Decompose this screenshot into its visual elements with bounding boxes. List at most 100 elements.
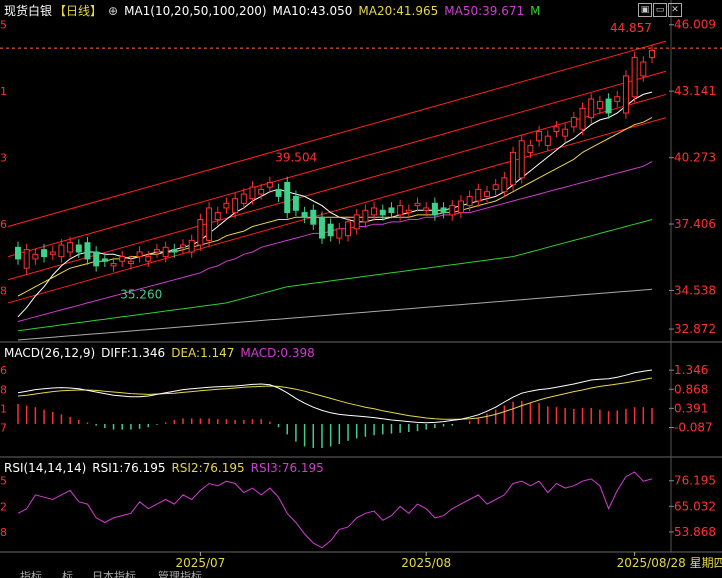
rsi-name: RSI(14,14,14) bbox=[4, 461, 87, 475]
ma-indicator-name: MA1(10,20,50,100,200) bbox=[124, 4, 267, 18]
ma10-value: MA10:43.050 bbox=[272, 4, 353, 18]
candle-body bbox=[371, 207, 378, 216]
candle-body bbox=[553, 126, 560, 133]
candle-body bbox=[622, 75, 629, 114]
candle-body bbox=[188, 239, 195, 253]
rsi-left-tick: 2 bbox=[0, 500, 7, 513]
rsi-y-tick: 76.195 bbox=[674, 474, 716, 488]
candle-body bbox=[423, 207, 430, 211]
macd-diff: DIFF:1.346 bbox=[101, 346, 166, 360]
ma-line-ma200 bbox=[17, 288, 653, 341]
candle-body bbox=[292, 195, 299, 211]
candle-body bbox=[518, 140, 525, 179]
candle-body bbox=[379, 209, 386, 216]
candle-body bbox=[214, 212, 221, 221]
rsi-y-tick: 65.032 bbox=[674, 499, 716, 513]
macd-left-tick: 1 bbox=[0, 402, 7, 415]
settings-icon[interactable]: ⊕ bbox=[108, 4, 118, 18]
candle-body bbox=[562, 128, 569, 137]
candle-body bbox=[492, 184, 499, 190]
macd-dea: DEA:1.147 bbox=[171, 346, 235, 360]
bottom-tab[interactable]: 日本指标 bbox=[92, 569, 136, 578]
candle-body bbox=[75, 244, 82, 253]
y-tick-label: 46.009 bbox=[674, 18, 716, 32]
candle-body bbox=[631, 56, 638, 98]
macd-left-tick: 8 bbox=[0, 383, 7, 396]
chart-canvas[interactable]: 46.009 43.141 40.273 37.406 34.538 32.872 5 1 3 6… bbox=[0, 0, 722, 578]
expand-icon[interactable]: ▣ bbox=[638, 3, 652, 17]
candle-body bbox=[457, 200, 464, 214]
bottom-tab[interactable]: 管理指标 bbox=[158, 569, 202, 578]
macd-left-tick: 6 bbox=[0, 364, 7, 377]
left-tick-label: 3 bbox=[0, 152, 7, 165]
candle-body bbox=[405, 209, 412, 214]
candle-body bbox=[301, 212, 308, 218]
candle-body bbox=[58, 244, 65, 258]
candle-body bbox=[197, 219, 204, 246]
macd-y-tick: -0.087 bbox=[674, 420, 713, 434]
candle-body bbox=[284, 181, 291, 214]
ma20-value: MA20:41.965 bbox=[358, 4, 439, 18]
candle-body bbox=[336, 228, 343, 239]
macd-y-tick: 0.391 bbox=[674, 401, 708, 415]
candle-body bbox=[41, 249, 48, 258]
left-tick-label: 6 bbox=[0, 218, 7, 231]
candle-body bbox=[232, 198, 239, 214]
candle-body bbox=[101, 258, 108, 262]
candle-body bbox=[388, 207, 395, 214]
x-axis-label: 2025/08/28 星期四 bbox=[617, 556, 722, 570]
candle-body bbox=[397, 205, 404, 216]
candle-body bbox=[136, 251, 143, 258]
candle-body bbox=[49, 251, 56, 255]
candle-body bbox=[605, 98, 612, 114]
candle-body bbox=[362, 209, 369, 223]
channel-line bbox=[7, 93, 667, 281]
candle-body bbox=[475, 188, 482, 202]
macd-name: MACD(26,12,9) bbox=[4, 346, 96, 360]
candle-body bbox=[588, 98, 595, 119]
candle-body bbox=[119, 256, 126, 262]
close-icon[interactable]: ✕ bbox=[668, 3, 682, 17]
candle-body bbox=[84, 242, 91, 260]
bottom-tab[interactable]: 标 bbox=[62, 569, 73, 578]
candle-body bbox=[318, 216, 325, 239]
candle-body bbox=[145, 256, 152, 262]
rsi2-value: RSI2:76.195 bbox=[171, 461, 245, 475]
symbol-title: 现货白银 bbox=[4, 4, 53, 18]
candle-body bbox=[614, 96, 621, 102]
candle-body bbox=[180, 244, 187, 248]
candle-body bbox=[596, 100, 603, 109]
candle-body bbox=[240, 193, 247, 204]
y-tick-label: 32.872 bbox=[674, 322, 716, 336]
candle-body bbox=[223, 202, 230, 209]
candle-body bbox=[570, 117, 577, 128]
candle-body bbox=[171, 249, 178, 253]
candle-body bbox=[345, 221, 352, 237]
candle-body bbox=[32, 253, 39, 260]
macd-value: MACD:0.398 bbox=[240, 346, 315, 360]
candle-body bbox=[23, 249, 30, 269]
period-label[interactable]: 【日线】 bbox=[54, 4, 102, 18]
candle-body bbox=[206, 207, 213, 241]
candle-body bbox=[353, 214, 360, 230]
main-chart-header: 现货白银 【日线】 ⊕ MA1(10,20,50,100,200) MA10:43.05… bbox=[4, 3, 547, 19]
rsi-left-tick: 8 bbox=[0, 526, 7, 539]
candle-body bbox=[501, 177, 508, 193]
ma50-value: MA50:39.671 bbox=[444, 4, 525, 18]
candle-body bbox=[440, 207, 447, 214]
y-tick-label: 40.273 bbox=[674, 151, 716, 165]
bottom-tab[interactable]: 指标 bbox=[20, 569, 42, 578]
candle-body bbox=[449, 205, 456, 216]
candle-body bbox=[266, 181, 273, 188]
high-annotation: 44.857 bbox=[610, 21, 652, 35]
candle-body bbox=[510, 151, 517, 186]
left-tick-label: 5 bbox=[0, 19, 7, 32]
candle-body bbox=[483, 191, 490, 197]
left-tick-label: 8 bbox=[0, 284, 7, 297]
collapse-icon[interactable]: ▭ bbox=[653, 3, 667, 17]
candle-body bbox=[527, 144, 534, 153]
peak-annotation: 39.504 bbox=[275, 151, 317, 165]
macd-y-tick: 0.868 bbox=[674, 382, 708, 396]
candle-body bbox=[275, 188, 282, 197]
macd-left-tick: 7 bbox=[0, 421, 7, 434]
